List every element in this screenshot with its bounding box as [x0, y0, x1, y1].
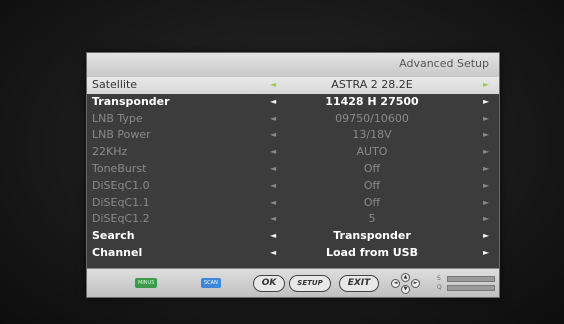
setting-label: Satellite	[92, 78, 138, 91]
scan-key-label[interactable]: SCAN	[201, 278, 221, 288]
right-triangle-icon[interactable]: ►	[483, 195, 489, 212]
setting-label: LNB Type	[92, 111, 143, 125]
right-triangle-icon[interactable]: ►	[483, 228, 489, 245]
setting-value: 09750/10600	[335, 111, 409, 125]
setting-label: Channel	[92, 245, 143, 259]
directional-pad-icon: ▲ ◄ ► ▼	[386, 273, 426, 294]
setting-row-search[interactable]: Search ◄ Transponder ►	[87, 228, 499, 245]
left-triangle-icon[interactable]: ◄	[270, 228, 276, 245]
signal-meters: S Q	[437, 274, 495, 292]
left-triangle-icon[interactable]: ◄	[270, 178, 276, 195]
left-triangle-icon[interactable]: ◄	[270, 111, 276, 128]
dialog-title: Advanced Setup	[399, 57, 489, 70]
setting-label: Search	[92, 229, 135, 243]
setting-value: 13/18V	[352, 128, 392, 142]
right-triangle-icon[interactable]: ►	[483, 94, 489, 111]
setting-row-lnb-power[interactable]: LNB Power ◄ 13/18V ►	[87, 127, 499, 144]
exit-button[interactable]: EXIT	[339, 275, 379, 292]
tv-screen: Advanced Setup Satellite ◄ ASTRA 2 28.2E ► T…	[0, 0, 564, 324]
left-triangle-icon[interactable]: ◄	[270, 245, 276, 262]
green-key-label[interactable]: MINUS	[135, 278, 158, 288]
right-arrow-icon: ►	[411, 279, 420, 288]
setting-label: DiSEqC1.0	[92, 178, 150, 192]
left-triangle-icon[interactable]: ◄	[270, 211, 276, 228]
button-bar: MINUS SCAN OK SETUP EXIT ▲ ◄ ► ▼ S Q	[87, 268, 499, 297]
up-arrow-icon: ▲	[401, 273, 410, 282]
right-triangle-icon[interactable]: ►	[483, 211, 489, 228]
setting-value: Off	[363, 195, 381, 209]
left-arrow-icon: ◄	[391, 279, 400, 288]
setting-row-lnb-type[interactable]: LNB Type ◄ 09750/10600 ►	[87, 111, 499, 128]
ok-button[interactable]: OK	[253, 275, 285, 292]
setting-value: Transponder	[333, 229, 411, 243]
signal-strength-bar	[447, 276, 495, 282]
setting-value: Off	[363, 178, 381, 192]
left-triangle-icon[interactable]: ◄	[270, 127, 276, 144]
settings-list: Satellite ◄ ASTRA 2 28.2E ► Transponder ◄ 1142…	[87, 77, 499, 262]
signal-strength-row: S	[437, 274, 495, 283]
right-triangle-icon[interactable]: ►	[483, 178, 489, 195]
right-triangle-icon[interactable]: ►	[483, 161, 489, 178]
setup-button[interactable]: SETUP	[289, 275, 331, 292]
left-triangle-icon[interactable]: ◄	[270, 77, 276, 94]
left-triangle-icon[interactable]: ◄	[270, 144, 276, 161]
setting-label: LNB Power	[92, 128, 151, 142]
signal-quality-label: Q	[437, 284, 442, 291]
signal-strength-label: S	[437, 275, 441, 282]
setting-label: ToneBurst	[92, 161, 147, 175]
down-arrow-icon: ▼	[401, 285, 410, 294]
setting-row-channel[interactable]: Channel ◄ Load from USB ►	[87, 245, 499, 262]
setting-value: AUTO	[356, 145, 388, 159]
right-triangle-icon[interactable]: ►	[483, 144, 489, 161]
setting-value: ASTRA 2 28.2E	[331, 78, 413, 91]
setting-label: DiSEqC1.2	[92, 212, 150, 226]
left-triangle-icon[interactable]: ◄	[270, 94, 276, 111]
setting-value: 5	[368, 212, 376, 226]
setting-row-transponder[interactable]: Transponder ◄ 11428 H 27500 ►	[87, 94, 499, 111]
setting-value: Off	[363, 161, 381, 175]
setting-label: 22KHz	[92, 145, 128, 159]
setting-value: 11428 H 27500	[325, 94, 419, 108]
right-triangle-icon[interactable]: ►	[483, 111, 489, 128]
setting-row-22khz[interactable]: 22KHz ◄ AUTO ►	[87, 144, 499, 161]
dialog-header: Advanced Setup	[87, 53, 499, 78]
setting-row-diseqc1-1[interactable]: DiSEqC1.1 ◄ Off ►	[87, 195, 499, 212]
right-triangle-icon[interactable]: ►	[483, 127, 489, 144]
setting-label: Transponder	[92, 94, 170, 108]
left-triangle-icon[interactable]: ◄	[270, 195, 276, 212]
right-triangle-icon[interactable]: ►	[483, 77, 489, 94]
signal-quality-bar	[447, 285, 495, 291]
setting-row-toneburst[interactable]: ToneBurst ◄ Off ►	[87, 161, 499, 178]
setting-row-diseqc1-2[interactable]: DiSEqC1.2 ◄ 5 ►	[87, 211, 499, 228]
setting-row-satellite[interactable]: Satellite ◄ ASTRA 2 28.2E ►	[87, 77, 499, 94]
right-triangle-icon[interactable]: ►	[483, 245, 489, 262]
setting-value: Load from USB	[326, 245, 418, 259]
left-triangle-icon[interactable]: ◄	[270, 161, 276, 178]
advanced-setup-dialog: Advanced Setup Satellite ◄ ASTRA 2 28.2E ► T…	[86, 52, 500, 298]
setting-row-diseqc1-0[interactable]: DiSEqC1.0 ◄ Off ►	[87, 178, 499, 195]
setting-label: DiSEqC1.1	[92, 195, 150, 209]
signal-quality-row: Q	[437, 283, 495, 292]
